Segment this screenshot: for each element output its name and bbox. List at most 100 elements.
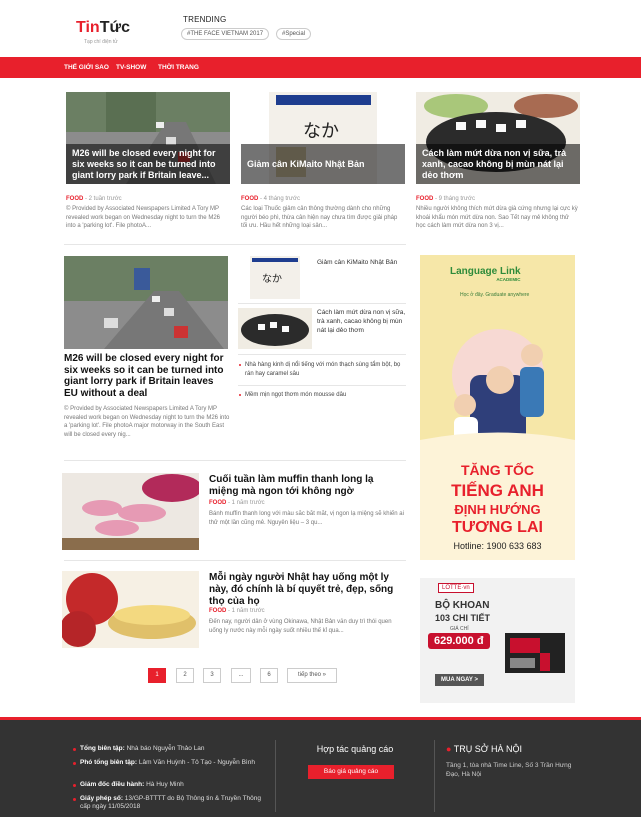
card-excerpt: Nhiều người không thích mứt dừa già cứng… xyxy=(416,206,578,229)
logo-red-text: Tin xyxy=(76,19,100,36)
bullet-item[interactable]: Nhà hàng kinh dị nổi tiếng với món thạch… xyxy=(239,361,405,378)
feature-title[interactable]: M26 will be closed every night for six w… xyxy=(64,353,230,399)
top-card[interactable]: M26 will be closed every night for six w… xyxy=(66,92,230,232)
section-divider xyxy=(64,560,406,561)
card-excerpt: Các loại Thuốc giảm cân thông thường dàn… xyxy=(241,206,398,229)
svg-text:なか: なか xyxy=(262,273,282,285)
article-image[interactable] xyxy=(62,571,199,648)
footer-divider xyxy=(434,740,435,812)
footer-coop-title: Hợp tác quảng cáo xyxy=(316,744,394,754)
ad2-price: 629.000 đ xyxy=(428,633,490,649)
list-divider xyxy=(238,385,406,386)
post-time: - 2 tuần trước xyxy=(85,196,122,202)
ad2-line2: 103 CHI TIẾT xyxy=(435,613,491,623)
trending-tag[interactable]: #THE FACE VIETNAM 2017 xyxy=(181,28,270,40)
footer-label: Phó tổng biên tập: xyxy=(80,759,138,766)
list-article-title[interactable]: Mỗi ngày người Nhật hay uống một ly này,… xyxy=(209,572,405,608)
page-button-2[interactable]: 2 xyxy=(176,668,194,683)
category-label[interactable]: FOOD xyxy=(209,500,226,506)
article-image[interactable]: M26 will be closed every night for six w… xyxy=(66,92,230,184)
logo-subtitle: Tạp chí điện tử xyxy=(84,39,118,45)
article-image[interactable]: Cách làm mứt dừa non vị sữa, trà xanh, c… xyxy=(416,92,580,184)
category-label[interactable]: FOOD xyxy=(209,608,226,614)
ad-brand-sub: ACADEMIC xyxy=(496,277,521,282)
ad2-line1: BỘ KHOAN xyxy=(435,600,490,611)
article-image[interactable]: なか Giảm cân KiMaito Nhật Bản xyxy=(241,92,405,184)
page-button-6[interactable]: 6 xyxy=(260,668,278,683)
ad-slogan: Học ở đây. Graduate anywhere xyxy=(460,292,530,298)
side-thumb[interactable]: なか xyxy=(250,256,300,299)
footer-label: Giấy phép số: xyxy=(80,795,123,802)
bullet-item[interactable]: Mềm mịn ngọt thơm món mousse dâu xyxy=(239,391,405,400)
card-title[interactable]: Cách làm mứt dừa non vị sữa, trà xanh, c… xyxy=(416,144,580,184)
category-label[interactable]: FOOD xyxy=(416,196,433,202)
category-label[interactable]: FOOD xyxy=(241,196,258,202)
ad-line3: ĐỊNH HƯỚNG xyxy=(454,502,541,517)
trending-title: TRENDING xyxy=(183,15,227,24)
feature-excerpt: © Provided by Associated Newspapers Limi… xyxy=(64,406,230,438)
side-article-title[interactable]: Cách làm mứt dừa non vị sữa, trà xanh, c… xyxy=(317,308,407,335)
page-button-3[interactable]: 3 xyxy=(203,668,221,683)
ad-line2: TIẾNG ANH xyxy=(451,481,544,500)
nav-item-thoi-trang[interactable]: THỜI TRANG xyxy=(158,64,199,71)
vinegar-illustration xyxy=(62,571,199,648)
card-title[interactable]: M26 will be closed every night for six w… xyxy=(66,144,230,184)
drill-kit-illustration xyxy=(505,633,565,673)
list-article-title[interactable]: Cuối tuần làm muffin thanh long lạ miệng… xyxy=(209,474,405,498)
ad-line4: TƯƠNG LAI xyxy=(452,519,543,536)
footer-value: Hà Huy Minh xyxy=(146,781,184,788)
card-title[interactable]: Giảm cân KiMaito Nhật Bản xyxy=(241,144,405,184)
section-divider xyxy=(64,244,406,245)
post-time: - 9 tháng trước xyxy=(435,196,475,202)
category-label[interactable]: FOOD xyxy=(66,196,83,202)
ad2-cta-button[interactable]: MUA NGAY > xyxy=(435,674,484,686)
feature-image[interactable] xyxy=(64,256,228,349)
language-link-logo: Language Link ACADEMIC xyxy=(450,266,521,282)
article-image[interactable] xyxy=(62,473,199,550)
list-article-excerpt: Bánh muffin thanh long với màu sắc bắt m… xyxy=(209,511,404,526)
office-title-text: TRỤ SỞ HÀ NỘI xyxy=(453,744,523,754)
ad2-line3: GIÁ CHỈ xyxy=(450,626,469,632)
nav-item-tv-show[interactable]: TV-SHOW xyxy=(116,64,146,71)
page-button-1[interactable]: 1 xyxy=(148,668,166,683)
post-time: - 1 năm trước xyxy=(228,500,265,506)
ad-lotte[interactable]: LOTTE·vn BỘ KHOAN 103 CHI TIẾT GIÁ CHỈ 6… xyxy=(420,578,575,703)
logo-black-text: Tức xyxy=(99,19,130,36)
card-meta: FOOD - 2 tuần trước xyxy=(66,196,122,202)
card-meta: FOOD - 4 tháng trước xyxy=(241,196,300,202)
trending-tag[interactable]: #Special xyxy=(276,28,312,40)
side-article-title[interactable]: Giảm cân KiMaito Nhật Bản xyxy=(317,258,405,267)
top-card[interactable]: なか Giảm cân KiMaito Nhật Bản FOOD - 4 th… xyxy=(241,92,405,232)
post-time: - 1 năm trước xyxy=(228,608,265,614)
coconut-jam-illustration xyxy=(241,314,309,346)
footer-license: Giấy phép số: 13/GP-BTTTT do Bộ Thông ti… xyxy=(73,795,265,811)
card-excerpt: © Provided by Associated Newspapers Limi… xyxy=(66,206,220,229)
ad-hotline: Hotline: 1900 633 683 xyxy=(453,541,542,551)
list-article-meta: FOOD - 1 năm trước xyxy=(209,500,265,506)
svg-text:なか: なか xyxy=(303,121,339,142)
footer-office-title: ● TRỤ SỞ HÀ NỘI xyxy=(446,744,522,754)
ad-line1: TĂNG TỐC xyxy=(460,462,535,478)
main-nav: THẾ GIỚI SAO TV-SHOW THỜI TRANG xyxy=(0,57,641,78)
lotte-logo: LOTTE·vn xyxy=(438,583,474,593)
next-page-button[interactable]: tiếp theo » xyxy=(287,668,337,683)
footer-deputy-editor: Phó tổng biên tập: Lâm Văn Huỳnh - Tô Tạ… xyxy=(73,759,265,767)
footer-value: Nhà báo Nguyễn Thảo Lan xyxy=(126,745,205,752)
ad-pricing-button[interactable]: Báo giá quảng cáo xyxy=(308,765,394,779)
site-logo[interactable]: TinTức xyxy=(76,19,130,37)
location-pin-icon: ● xyxy=(446,744,452,754)
section-divider xyxy=(64,460,406,461)
footer-director: Giám đốc điều hành: Hà Huy Minh xyxy=(73,781,265,789)
ad-language-link[interactable]: Language Link ACADEMIC Học ở đây. Graduat… xyxy=(420,255,575,560)
page-ellipsis: ... xyxy=(231,668,251,683)
post-time: - 4 tháng trước xyxy=(260,196,300,202)
footer-label: Tổng biên tập: xyxy=(80,745,125,752)
side-thumb[interactable] xyxy=(238,308,312,349)
footer-accent-bar xyxy=(0,717,641,720)
product-box-illustration: なか xyxy=(252,258,298,285)
list-divider xyxy=(238,303,406,304)
top-card[interactable]: Cách làm mứt dừa non vị sữa, trà xanh, c… xyxy=(416,92,580,232)
footer-editor: Tổng biên tập: Nhà báo Nguyễn Thảo Lan xyxy=(73,745,265,753)
card-meta: FOOD - 9 tháng trước xyxy=(416,196,475,202)
nav-item-the-gioi-sao[interactable]: THẾ GIỚI SAO xyxy=(64,64,109,71)
